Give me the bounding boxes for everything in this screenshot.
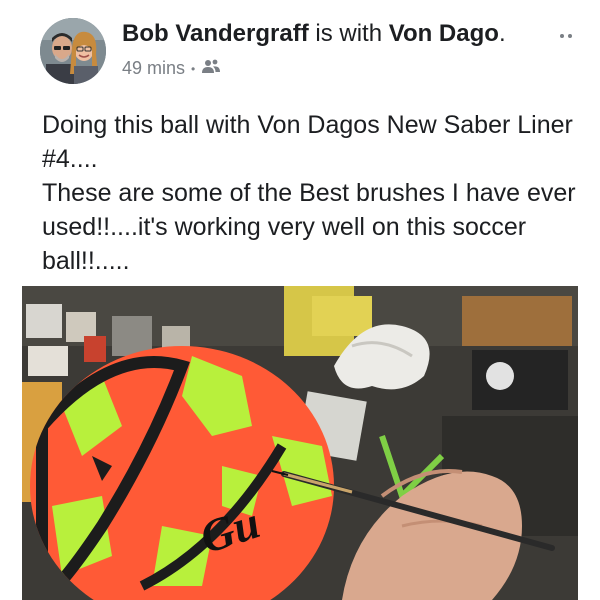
- with-text: is with: [308, 20, 389, 47]
- tagged-suffix: .: [498, 20, 506, 47]
- meta-separator: •: [191, 61, 196, 76]
- author-avatar[interactable]: [40, 18, 106, 84]
- post-meta: 49 mins •: [122, 58, 221, 79]
- post-time[interactable]: 49 mins: [122, 58, 185, 79]
- facebook-post: Bob Vandergraff is with Von Dago. 49 min…: [0, 0, 600, 600]
- post-photo[interactable]: Gu: [22, 286, 578, 600]
- avatar-image: [40, 18, 106, 84]
- post-body-line-1: Doing this ball with Von Dagos New Saber…: [42, 111, 573, 173]
- author-line: Bob Vandergraff is with Von Dago.: [122, 20, 506, 48]
- tagged-name[interactable]: Von Dago: [389, 20, 499, 47]
- friends-icon[interactable]: [201, 58, 221, 79]
- post-body: Doing this ball with Von Dagos New Saber…: [42, 108, 582, 278]
- post-body-line-2: These are some of the Best brushes I hav…: [42, 179, 576, 275]
- more-options-icon[interactable]: [554, 26, 578, 46]
- post-header: Bob Vandergraff is with Von Dago. 49 min…: [0, 0, 600, 100]
- photo-image: Gu: [22, 286, 578, 600]
- author-name[interactable]: Bob Vandergraff: [122, 20, 309, 47]
